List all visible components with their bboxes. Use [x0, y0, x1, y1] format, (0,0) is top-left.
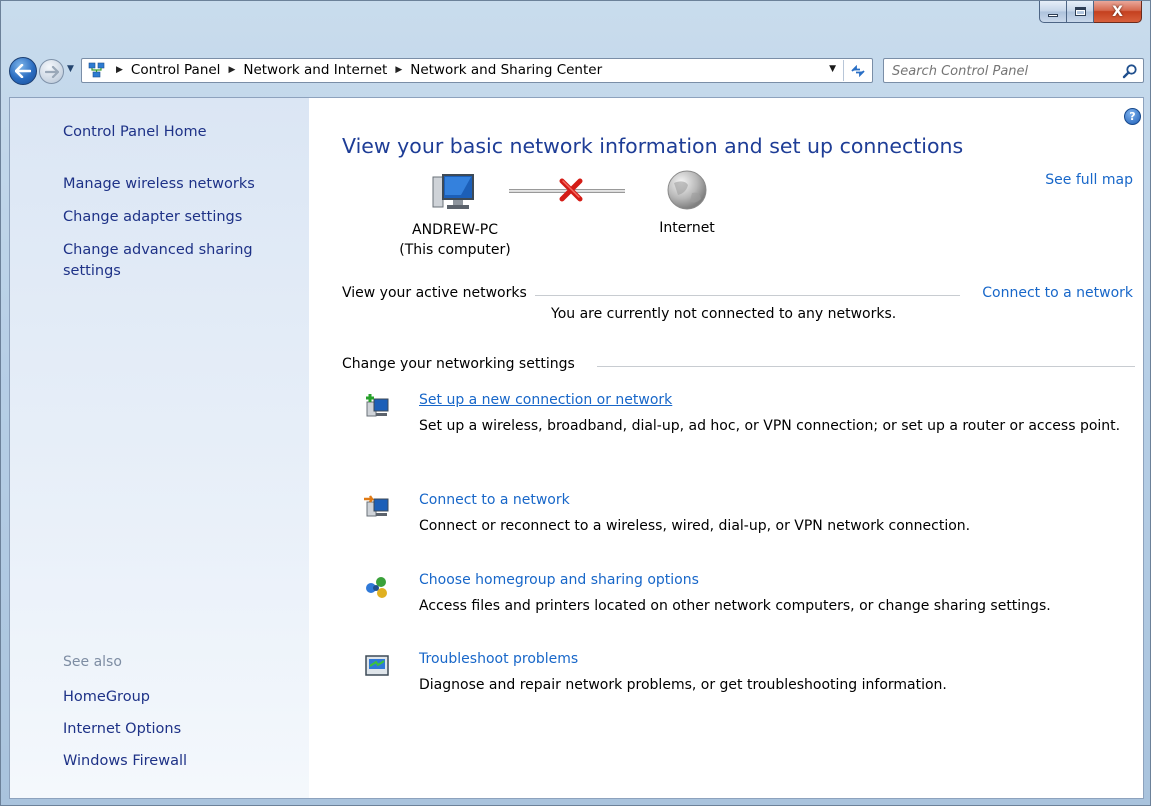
- computer-label: ANDREW-PC (This computer): [395, 220, 515, 260]
- main-panel: ? View your basic network information an…: [309, 98, 1143, 798]
- recent-pages-dropdown[interactable]: ▼: [67, 64, 74, 74]
- minimize-icon: [1048, 14, 1058, 17]
- sidebar-item-manage-wireless-networks[interactable]: Manage wireless networks: [63, 176, 255, 192]
- breadcrumb-control-panel[interactable]: Control Panel: [131, 62, 221, 78]
- caption-buttons: X: [1039, 1, 1142, 23]
- refresh-button[interactable]: [843, 60, 871, 81]
- network-sharing-center-window: X ▼ ▶ Control Panel ▶ Network and Intern…: [0, 0, 1151, 806]
- close-icon: X: [1112, 3, 1123, 20]
- see-also-internet-options[interactable]: Internet Options: [63, 721, 181, 737]
- search-icon[interactable]: [1122, 63, 1138, 79]
- back-arrow-icon: [15, 64, 31, 78]
- chevron-down-icon: ▼: [67, 64, 74, 74]
- close-button[interactable]: X: [1094, 1, 1142, 23]
- title-bar[interactable]: X: [1, 1, 1150, 45]
- section-divider: [535, 295, 960, 296]
- see-also-heading: See also: [63, 654, 122, 670]
- breadcrumb: ▶ Control Panel ▶ Network and Internet ▶…: [112, 62, 602, 78]
- breadcrumb-separator-icon[interactable]: ▶: [228, 65, 235, 75]
- troubleshoot-link[interactable]: Troubleshoot problems: [419, 651, 578, 667]
- computer-subtitle: (This computer): [399, 242, 511, 258]
- back-button[interactable]: [9, 57, 37, 85]
- navigation-bar: ▼ ▶ Control Panel ▶ Network and Internet…: [9, 51, 1144, 89]
- setup-new-connection-desc: Set up a wireless, broadband, dial-up, a…: [419, 418, 1121, 434]
- see-also-homegroup[interactable]: HomeGroup: [63, 689, 150, 705]
- new-connection-icon[interactable]: [364, 394, 390, 420]
- search-input[interactable]: [892, 62, 1112, 80]
- address-bar[interactable]: ▶ Control Panel ▶ Network and Internet ▶…: [81, 58, 873, 83]
- troubleshoot-desc: Diagnose and repair network problems, or…: [419, 677, 947, 693]
- see-full-map-link[interactable]: See full map: [1045, 172, 1133, 188]
- connect-network-icon[interactable]: [364, 494, 390, 520]
- page-title: View your basic network information and …: [342, 134, 964, 158]
- breadcrumb-separator-icon[interactable]: ▶: [395, 65, 402, 75]
- maximize-button[interactable]: [1067, 1, 1094, 23]
- maximize-icon: [1074, 7, 1086, 16]
- computer-name: ANDREW-PC: [412, 222, 498, 238]
- connect-to-network-desc: Connect or reconnect to a wireless, wire…: [419, 518, 971, 534]
- homegroup-icon[interactable]: [364, 574, 390, 600]
- see-also-windows-firewall[interactable]: Windows Firewall: [63, 753, 187, 769]
- disconnected-x-icon[interactable]: [558, 177, 584, 203]
- forward-arrow-icon: [44, 65, 59, 78]
- change-settings-heading: Change your networking settings: [342, 356, 575, 372]
- content-area: Control Panel Home Manage wireless netwo…: [9, 97, 1144, 799]
- breadcrumb-network-internet[interactable]: Network and Internet: [243, 62, 387, 78]
- sidebar: Control Panel Home Manage wireless netwo…: [10, 98, 309, 798]
- troubleshoot-icon[interactable]: [364, 653, 390, 679]
- refresh-icon: [850, 64, 865, 77]
- internet-globe-icon[interactable]: [666, 169, 708, 211]
- homegroup-sharing-link[interactable]: Choose homegroup and sharing options: [419, 572, 699, 588]
- connect-to-network-task-link[interactable]: Connect to a network: [419, 492, 570, 508]
- search-box[interactable]: [883, 58, 1144, 83]
- sidebar-item-control-panel-home[interactable]: Control Panel Home: [63, 124, 207, 140]
- section-divider: [597, 366, 1135, 367]
- not-connected-status: You are currently not connected to any n…: [551, 306, 897, 322]
- sidebar-item-change-advanced-sharing[interactable]: Change advanced sharing settings: [63, 240, 278, 282]
- internet-label: Internet: [659, 220, 715, 236]
- forward-button[interactable]: [39, 59, 64, 84]
- homegroup-sharing-desc: Access files and printers located on oth…: [419, 598, 1051, 614]
- address-history-dropdown[interactable]: ▼: [829, 64, 836, 74]
- computer-icon[interactable]: [431, 173, 475, 211]
- minimize-button[interactable]: [1039, 1, 1067, 23]
- breadcrumb-separator-icon[interactable]: ▶: [116, 65, 123, 75]
- help-icon[interactable]: ?: [1124, 108, 1141, 125]
- network-center-icon: [88, 62, 105, 78]
- sidebar-item-change-adapter-settings[interactable]: Change adapter settings: [63, 209, 242, 225]
- setup-new-connection-link[interactable]: Set up a new connection or network: [419, 392, 672, 408]
- connect-to-network-link[interactable]: Connect to a network: [982, 285, 1133, 301]
- breadcrumb-network-sharing-center[interactable]: Network and Sharing Center: [410, 62, 602, 78]
- active-networks-heading: View your active networks: [342, 285, 527, 301]
